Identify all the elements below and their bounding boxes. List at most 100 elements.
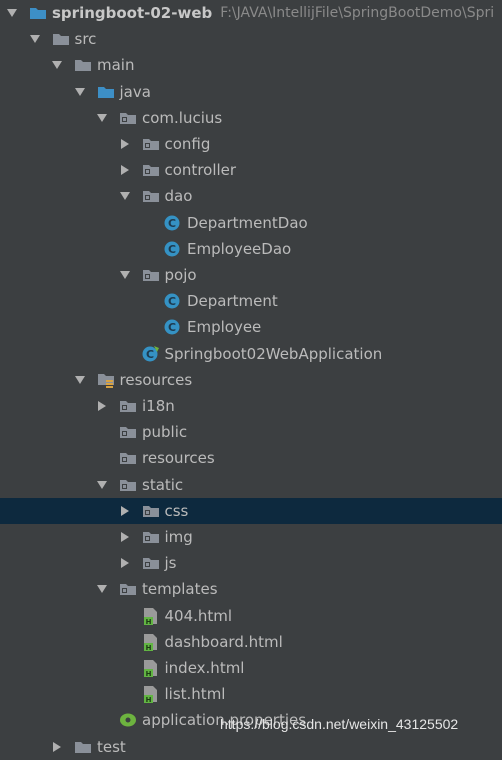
expand-arrow-icon[interactable]	[73, 85, 87, 99]
package-folder-icon	[119, 477, 137, 493]
tree-item-static[interactable]: static	[0, 472, 502, 498]
svg-text:H: H	[145, 670, 151, 677]
watermark: https://blog.csdn.net/weixin_43125502	[220, 716, 459, 732]
project-name: springboot-02-web	[52, 4, 213, 22]
tree-item-list-html[interactable]: Hlist.html	[0, 681, 502, 707]
expand-arrow-icon[interactable]	[118, 268, 132, 282]
tree-item-label: DepartmentDao	[187, 213, 308, 232]
tree-item-label: js	[164, 554, 177, 573]
tree-item-config[interactable]: config	[0, 131, 502, 157]
tree-item-label: public	[142, 423, 188, 442]
expand-arrow-icon[interactable]	[50, 58, 64, 72]
tree-item-dao[interactable]: dao	[0, 183, 502, 209]
tree-item-label: static	[142, 475, 184, 494]
svg-text:H: H	[145, 644, 151, 651]
collapse-arrow-icon[interactable]	[118, 163, 132, 177]
tree-item-label: css	[164, 501, 189, 520]
package-folder-icon	[142, 162, 160, 178]
tree-item-index-html[interactable]: Hindex.html	[0, 655, 502, 681]
tree-item-label: resources	[119, 370, 193, 389]
tree-item-label: controller	[164, 161, 237, 180]
tree-item-i18n[interactable]: i18n	[0, 393, 502, 419]
tree-item-label: pojo	[164, 266, 197, 284]
tree-item-label: img	[164, 528, 193, 546]
expand-arrow-icon[interactable]	[95, 111, 109, 125]
spring-boot-class-icon: C	[142, 345, 160, 362]
expand-arrow-icon[interactable]	[118, 189, 132, 203]
project-path: F:\JAVA\IntellijFile\SpringBootDemo\Spri	[220, 5, 495, 21]
package-folder-icon	[119, 110, 137, 126]
svg-text:C: C	[168, 295, 176, 308]
expand-arrow-icon[interactable]	[95, 478, 109, 492]
tree-item-public[interactable]: public	[0, 419, 502, 445]
package-folder-icon	[142, 267, 160, 283]
tree-item-java[interactable]: java	[0, 79, 502, 105]
expand-arrow-icon[interactable]	[95, 582, 109, 596]
tree-item-com-lucius[interactable]: com.lucius	[0, 105, 502, 131]
svg-text:C: C	[168, 321, 176, 334]
tree-item-employeedao[interactable]: C EmployeeDao	[0, 236, 502, 262]
package-folder-icon	[142, 188, 160, 204]
tree-item-dashboard-html[interactable]: Hdashboard.html	[0, 629, 502, 655]
folder-icon	[52, 31, 70, 47]
tree-item-resources[interactable]: resources	[0, 445, 502, 471]
tree-item-departmentdao[interactable]: C DepartmentDao	[0, 210, 502, 236]
svg-text:H: H	[145, 696, 151, 703]
html-file-icon: H	[142, 660, 160, 677]
module-folder-icon	[29, 5, 47, 21]
resources-folder-icon	[97, 372, 115, 388]
collapse-arrow-icon[interactable]	[50, 740, 64, 754]
folder-icon	[74, 57, 92, 73]
package-folder-icon	[142, 503, 160, 519]
tree-item-label: test	[97, 737, 126, 756]
expand-arrow-icon[interactable]	[28, 32, 42, 46]
tree-item-label: 404.html	[164, 606, 233, 625]
source-folder-icon	[97, 84, 115, 100]
tree-item-img[interactable]: img	[0, 524, 502, 550]
tree-item-label: config	[164, 135, 211, 153]
java-class-icon: C	[164, 241, 182, 257]
package-folder-icon	[142, 555, 160, 571]
tree-item-src[interactable]: src	[0, 26, 502, 52]
tree-root-project[interactable]: springboot-02-web F:\JAVA\IntellijFile\Sp…	[0, 0, 502, 26]
tree-item-label: EmployeeDao	[187, 239, 292, 258]
tree-item-department[interactable]: C Department	[0, 288, 502, 314]
tree-item-resources[interactable]: resources	[0, 367, 502, 393]
tree-item-label: dashboard.html	[164, 632, 283, 651]
tree-item-label: src	[74, 30, 97, 49]
package-folder-icon	[119, 424, 137, 440]
tree-item-pojo[interactable]: pojo	[0, 262, 502, 288]
tree-item-label: java	[119, 82, 151, 101]
svg-text:C: C	[168, 243, 176, 256]
tree-item-employee[interactable]: C Employee	[0, 314, 502, 340]
tree-item-main[interactable]: main	[0, 52, 502, 78]
tree-item-label: com.lucius	[142, 108, 223, 127]
expand-arrow-icon[interactable]	[73, 373, 87, 387]
tree-item-test[interactable]: test	[0, 734, 502, 760]
tree-item-label: main	[97, 56, 135, 75]
collapse-arrow-icon[interactable]	[118, 504, 132, 518]
tree-item-label: list.html	[164, 685, 226, 704]
tree-item-springboot02webapplication[interactable]: C Springboot02WebApplication	[0, 341, 502, 367]
html-file-icon: H	[142, 686, 160, 704]
tree-item-label: index.html	[164, 659, 245, 677]
tree-item-js[interactable]: js	[0, 550, 502, 576]
collapse-arrow-icon[interactable]	[118, 556, 132, 570]
tree-item-404-html[interactable]: H 404.html	[0, 603, 502, 629]
tree-item-controller[interactable]: controller	[0, 157, 502, 183]
tree-item-css[interactable]: css	[0, 497, 502, 524]
java-class-icon: C	[164, 293, 182, 309]
tree-item-label: i18n	[142, 397, 175, 415]
collapse-arrow-icon[interactable]	[95, 399, 109, 413]
expand-arrow-icon[interactable]	[5, 6, 19, 20]
package-folder-icon	[119, 398, 137, 414]
html-file-icon: H	[142, 633, 160, 651]
java-class-icon: C	[164, 215, 182, 231]
folder-icon	[74, 739, 92, 755]
collapse-arrow-icon[interactable]	[118, 137, 132, 151]
tree-item-templates[interactable]: templates	[0, 576, 502, 602]
package-folder-icon	[142, 136, 160, 152]
java-class-icon: C	[164, 319, 182, 335]
collapse-arrow-icon[interactable]	[118, 530, 132, 544]
svg-text:H: H	[145, 618, 151, 625]
